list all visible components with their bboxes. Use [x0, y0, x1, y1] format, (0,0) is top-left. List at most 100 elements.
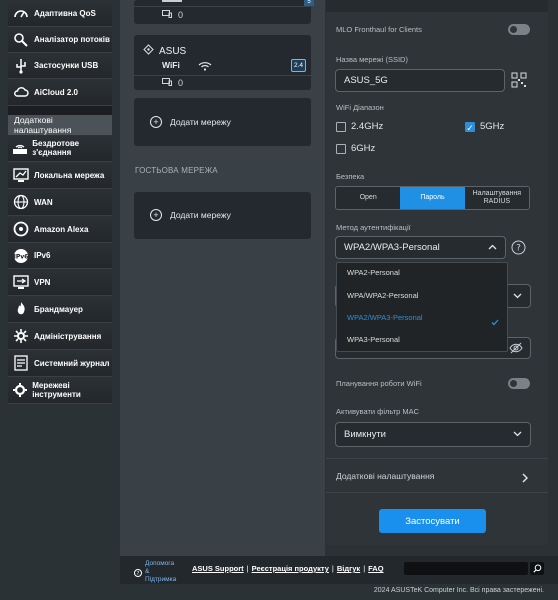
auth-option-wpa-wpa2[interactable]: WPA/WPA2-Personal	[347, 291, 418, 300]
svg-text:?: ?	[137, 571, 140, 577]
syslog-icon	[12, 354, 30, 372]
sidebar-item-adaptive-qos[interactable]: Адаптивна QoS	[8, 0, 112, 27]
search-icon[interactable]	[530, 562, 544, 575]
qos-icon	[12, 4, 30, 22]
svg-text:IPv6: IPv6	[14, 253, 29, 260]
band-badge: 2.4	[291, 59, 306, 72]
auth-label: Метод аутентифікації	[336, 223, 411, 232]
network-icon	[143, 42, 154, 60]
sidebar-item-traffic-analyzer[interactable]: Аналізатор потоків	[8, 27, 112, 53]
band-6g-checkbox[interactable]: 6GHz	[336, 143, 375, 154]
band-2g-checkbox[interactable]: 2.4GHz	[336, 121, 383, 132]
help-icon[interactable]: ?	[511, 240, 526, 260]
help-support-icon: ?	[134, 564, 142, 582]
help-support-link[interactable]: Допомога & Підтримка	[145, 560, 179, 584]
sidebar-item-wireless[interactable]: Бездротове з'єднання	[8, 135, 112, 162]
check-icon	[491, 313, 499, 331]
sidebar-item-wan[interactable]: WAN	[8, 189, 112, 216]
lan-icon	[12, 166, 30, 184]
tab-password[interactable]: Пароль	[400, 187, 465, 209]
network-list-panel: 5 0 ASUS WiFi 2.4 0 + Додати мережу ГОСТ…	[120, 0, 325, 556]
search-input[interactable]	[404, 562, 528, 575]
network-card-5g[interactable]: 5 0	[134, 0, 314, 24]
client-count: 0	[178, 10, 184, 20]
sidebar-item-label: Брандмауер	[34, 304, 83, 314]
guest-network-title: ГОСТЬОВА МЕРЕЖА	[135, 166, 218, 175]
checkbox-box	[336, 121, 346, 132]
usb-icon	[12, 57, 30, 75]
sidebar-item-label: Amazon Alexa	[34, 224, 89, 234]
sidebar-item-aicloud[interactable]: AiCloud 2.0	[8, 79, 112, 106]
wireless-icon	[12, 139, 28, 157]
band-5g-label: 5GHz	[480, 121, 505, 132]
device-icon	[162, 78, 172, 88]
qr-code-icon[interactable]	[511, 72, 527, 93]
sidebar-section-title: Додаткові налаштування	[8, 115, 112, 135]
ssid-input[interactable]: ASUS_5G	[335, 69, 505, 92]
sidebar-item-label: AiCloud 2.0	[34, 87, 79, 97]
feedback-link[interactable]: Відгук	[337, 564, 360, 573]
sidebar-item-system-log[interactable]: Системний журнал	[8, 350, 112, 377]
sidebar-item-label: Локальна мережа	[34, 170, 105, 180]
schedule-toggle[interactable]	[508, 378, 530, 389]
mlo-label: MLO Fronthaul for Clients	[336, 25, 422, 34]
auth-option-wpa3[interactable]: WPA3-Personal	[347, 335, 400, 344]
advanced-settings-row[interactable]: Додаткові налаштування	[326, 459, 548, 492]
sidebar-item-usb-apps[interactable]: Застосунки USB	[8, 53, 112, 79]
client-count-row: 0	[162, 10, 183, 20]
sidebar-item-lan[interactable]: Локальна мережа	[8, 162, 112, 189]
svg-text:?: ?	[516, 244, 521, 254]
faq-link[interactable]: FAQ	[368, 564, 383, 573]
add-network-card[interactable]: + Додати мережу	[134, 98, 311, 146]
eye-off-icon[interactable]	[509, 342, 523, 357]
tab-open[interactable]: Open	[336, 187, 401, 209]
sidebar-item-vpn[interactable]: VPN	[8, 269, 112, 296]
client-count: 0	[178, 78, 184, 88]
plus-icon: +	[150, 209, 162, 221]
cloud-icon	[12, 83, 30, 101]
sidebar-item-label: Адміністрування	[34, 331, 102, 341]
band-6g-label: 6GHz	[351, 143, 376, 154]
network-tools-icon	[12, 381, 28, 399]
auth-option-wpa2[interactable]: WPA2-Personal	[347, 268, 400, 277]
traffic-analyzer-icon	[12, 31, 30, 49]
mac-filter-select[interactable]: Вимкнути	[335, 422, 531, 447]
apply-button[interactable]: Застосувати	[379, 509, 486, 533]
add-guest-network-card[interactable]: + Додати мережу	[134, 192, 311, 239]
auth-option-wpa2-wpa3[interactable]: WPA2/WPA3-Personal	[347, 313, 423, 322]
firewall-icon	[12, 300, 30, 318]
device-icon	[162, 10, 172, 20]
mac-filter-label: Активувати фільтр MAC	[336, 407, 420, 416]
schedule-label: Планування роботи WiFi	[336, 379, 422, 388]
admin-icon	[12, 327, 30, 345]
asus-support-link[interactable]: ASUS Support	[192, 564, 244, 573]
checkbox-box	[336, 143, 346, 154]
auth-method-dropdown: WPA2-Personal WPA/WPA2-Personal WPA2/WPA…	[336, 262, 508, 352]
security-label: Безпека	[336, 172, 365, 181]
sidebar-item-firewall[interactable]: Брандмауер	[8, 296, 112, 323]
copyright: 2024 ASUSTeK Computer Inc. Всі права зас…	[373, 587, 544, 594]
auth-method-select[interactable]: WPA2/WPA3-Personal	[335, 236, 506, 259]
add-network-label: Додати мережу	[170, 210, 231, 220]
ipv6-icon: IPv6	[12, 247, 30, 265]
auth-method-value: WPA2/WPA3-Personal	[344, 242, 440, 253]
sidebar-item-administration[interactable]: Адміністрування	[8, 323, 112, 350]
wan-icon	[12, 193, 30, 211]
tab-radius[interactable]: Налаштування RADIUS	[464, 187, 529, 209]
band-5g-checkbox[interactable]: ✓ 5GHz	[465, 121, 505, 133]
network-name: ASUS	[159, 45, 187, 57]
checkmark-icon: ✓	[465, 121, 475, 133]
sidebar-item-ipv6[interactable]: IPv6 IPv6	[8, 243, 112, 269]
product-registration-link[interactable]: Реєстрація продукту	[252, 564, 329, 573]
sidebar-item-network-tools[interactable]: Мережеві інструменти	[8, 377, 112, 404]
sidebar-item-label: WAN	[34, 197, 53, 207]
security-tabs: Open Пароль Налаштування RADIUS	[335, 186, 530, 210]
ssid-value: ASUS_5G	[344, 75, 388, 86]
sidebar-item-label: Мережеві інструменти	[32, 381, 81, 399]
sidebar-item-label: IPv6	[34, 251, 51, 260]
plus-icon: +	[150, 116, 162, 128]
sidebar-item-alexa[interactable]: Amazon Alexa	[8, 216, 112, 243]
sidebar-item-label: Системний журнал	[34, 358, 110, 368]
network-card-asus[interactable]: ASUS WiFi 2.4 0	[134, 35, 311, 90]
mlo-toggle[interactable]	[508, 24, 530, 35]
